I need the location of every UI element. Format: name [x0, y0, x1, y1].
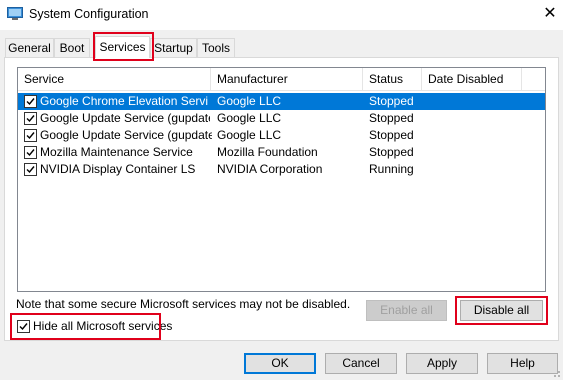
service-name: Mozilla Maintenance Service — [40, 145, 193, 159]
status: Stopped — [369, 111, 414, 125]
row-checkbox[interactable] — [24, 95, 37, 108]
title-bar: System Configuration ✕ — [0, 0, 563, 30]
checkmark-icon — [26, 115, 35, 123]
ok-button[interactable]: OK — [244, 353, 316, 374]
column-header-service[interactable]: Service — [18, 68, 211, 90]
apply-button[interactable]: Apply — [406, 353, 478, 374]
system-configuration-icon — [7, 7, 23, 20]
date-disabled — [428, 144, 518, 161]
manufacturer: Google LLC — [217, 94, 282, 108]
manufacturer: Google LLC — [217, 128, 282, 142]
service-name: Google Update Service (gupdatem) — [40, 128, 212, 142]
column-header-status[interactable]: Status — [363, 68, 422, 90]
checkmark-icon — [26, 98, 35, 106]
hide-microsoft-services-label[interactable]: Hide all Microsoft services — [33, 319, 172, 333]
table-row[interactable]: NVIDIA Display Container LS NVIDIA Corpo… — [18, 161, 545, 178]
window-title: System Configuration — [29, 7, 149, 21]
service-name: Google Update Service (gupdate) — [40, 111, 210, 125]
checkmark-icon — [26, 132, 35, 140]
date-disabled — [428, 127, 518, 144]
hide-microsoft-services-checkbox[interactable] — [17, 320, 30, 333]
row-checkbox[interactable] — [24, 112, 37, 125]
date-disabled — [428, 93, 518, 110]
help-button[interactable]: Help — [487, 353, 558, 374]
resize-grip-icon[interactable] — [551, 368, 561, 378]
date-disabled — [428, 161, 518, 178]
row-checkbox[interactable] — [24, 163, 37, 176]
column-header-manufacturer[interactable]: Manufacturer — [211, 68, 363, 90]
status: Stopped — [369, 128, 414, 142]
table-row[interactable]: Mozilla Maintenance Service Mozilla Foun… — [18, 144, 545, 161]
row-checkbox[interactable] — [24, 146, 37, 159]
status: Running — [369, 162, 414, 176]
tab-services[interactable]: Services — [95, 36, 150, 58]
manufacturer: Mozilla Foundation — [217, 145, 318, 159]
table-row[interactable]: Google Chrome Elevation Servic... Google… — [18, 93, 545, 110]
checkmark-icon — [26, 149, 35, 157]
status: Stopped — [369, 145, 414, 159]
tab-general[interactable]: General — [5, 38, 54, 57]
tab-strip: General Boot Services Startup Tools — [0, 36, 563, 58]
status: Stopped — [369, 94, 414, 108]
service-name: Google Chrome Elevation Servic... — [40, 94, 208, 108]
column-header-date-disabled[interactable]: Date Disabled — [422, 68, 522, 90]
tab-boot[interactable]: Boot — [54, 38, 90, 57]
row-checkbox[interactable] — [24, 129, 37, 142]
close-button[interactable]: ✕ — [541, 5, 559, 23]
services-list[interactable]: Service Manufacturer Status Date Disable… — [17, 67, 546, 292]
table-row[interactable]: Google Update Service (gupdate) Google L… — [18, 110, 545, 127]
list-header: Service Manufacturer Status Date Disable… — [18, 68, 545, 91]
disable-all-button[interactable]: Disable all — [460, 300, 543, 321]
cancel-button[interactable]: Cancel — [325, 353, 397, 374]
table-row[interactable]: Google Update Service (gupdatem) Google … — [18, 127, 545, 144]
manufacturer: Google LLC — [217, 111, 282, 125]
enable-all-button[interactable]: Enable all — [366, 300, 447, 321]
date-disabled — [428, 110, 518, 127]
tab-startup[interactable]: Startup — [150, 38, 197, 57]
manufacturer: NVIDIA Corporation — [217, 162, 323, 176]
tab-tools[interactable]: Tools — [197, 38, 235, 57]
service-name: NVIDIA Display Container LS — [40, 162, 196, 176]
secure-services-note: Note that some secure Microsoft services… — [16, 297, 351, 311]
checkmark-icon — [26, 166, 35, 174]
checkmark-icon — [19, 323, 28, 331]
